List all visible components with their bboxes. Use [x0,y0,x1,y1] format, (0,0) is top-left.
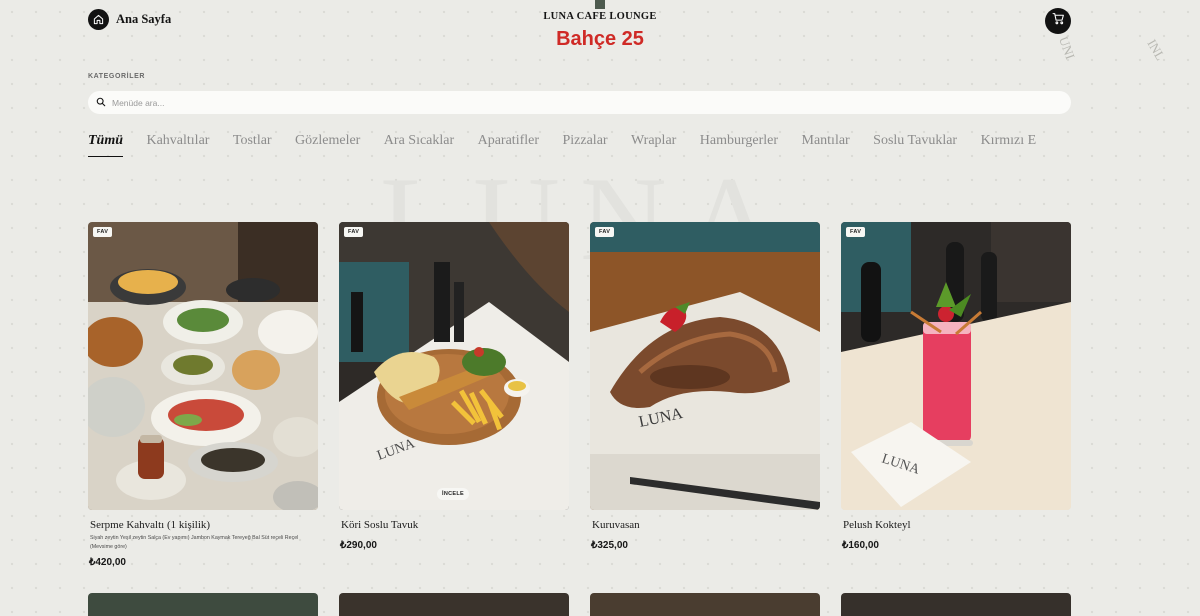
product-card-peek[interactable] [590,593,820,616]
tab-wraplar[interactable]: Wraplar [631,133,676,156]
tab-ara-sicaklar[interactable]: Ara Sıcaklar [384,133,454,156]
category-tabs: Tümü Kahvaltılar Tostlar Gözlemeler Ara … [88,131,1071,161]
tab-tostlar[interactable]: Tostlar [233,133,272,156]
brand-tab [595,0,605,9]
product-image: FAV [88,222,318,510]
cart-button[interactable] [1045,8,1071,34]
product-image: LUNA FAV [841,222,1071,510]
tab-mantilar[interactable]: Mantılar [802,133,850,156]
tab-tumu[interactable]: Tümü [88,133,124,157]
brand-header: LUNA CAFE LOUNGE Bahçe 25 [0,0,1200,51]
incele-button[interactable]: İNCELE [437,488,469,500]
product-price: ₺160,00 [842,540,879,551]
product-card-peek[interactable] [88,593,318,616]
product-price: ₺325,00 [591,540,628,551]
fav-badge: FAV [344,227,364,237]
product-description: Siyah zeytin Yeşil zeytin Salça (Ev yapı… [90,535,299,550]
tab-soslu-tavuklar[interactable]: Soslu Tavuklar [873,133,957,156]
tab-aparatifler[interactable]: Aparatifler [478,133,539,156]
tab-hamburgerler[interactable]: Hamburgerler [700,133,778,156]
table-name: Bahçe 25 [556,28,644,50]
product-image: LUNA FAV İNCELE [339,222,569,510]
fav-badge: FAV [846,227,866,237]
categories-title: KATEGORİLER [88,73,146,80]
product-price: ₺420,00 [89,557,126,568]
tab-kahvaltilar[interactable]: Kahvaltılar [146,133,209,156]
product-name: Serpme Kahvaltı (1 kişilik) [90,519,211,531]
cart-icon [1052,12,1065,30]
search-icon [96,94,106,112]
product-name: Köri Soslu Tavuk [341,519,419,531]
search-bar[interactable] [88,91,1071,114]
product-name: Kuruvasan [592,519,640,531]
product-price: ₺290,00 [340,540,377,551]
tab-kirmizi-et[interactable]: Kırmızı E [981,133,1037,156]
search-input[interactable] [112,97,1012,108]
product-image: LUNA FAV [590,222,820,510]
product-card-peek[interactable] [339,593,569,616]
product-card-peek[interactable] [841,593,1071,616]
product-name: Pelush Kokteyl [843,519,911,531]
fav-badge: FAV [93,227,113,237]
tab-gozlemeler[interactable]: Gözlemeler [295,133,360,156]
tab-pizzalar[interactable]: Pizzalar [562,133,607,156]
fav-badge: FAV [595,227,615,237]
brand-name: LUNA CAFE LOUNGE [543,11,657,22]
